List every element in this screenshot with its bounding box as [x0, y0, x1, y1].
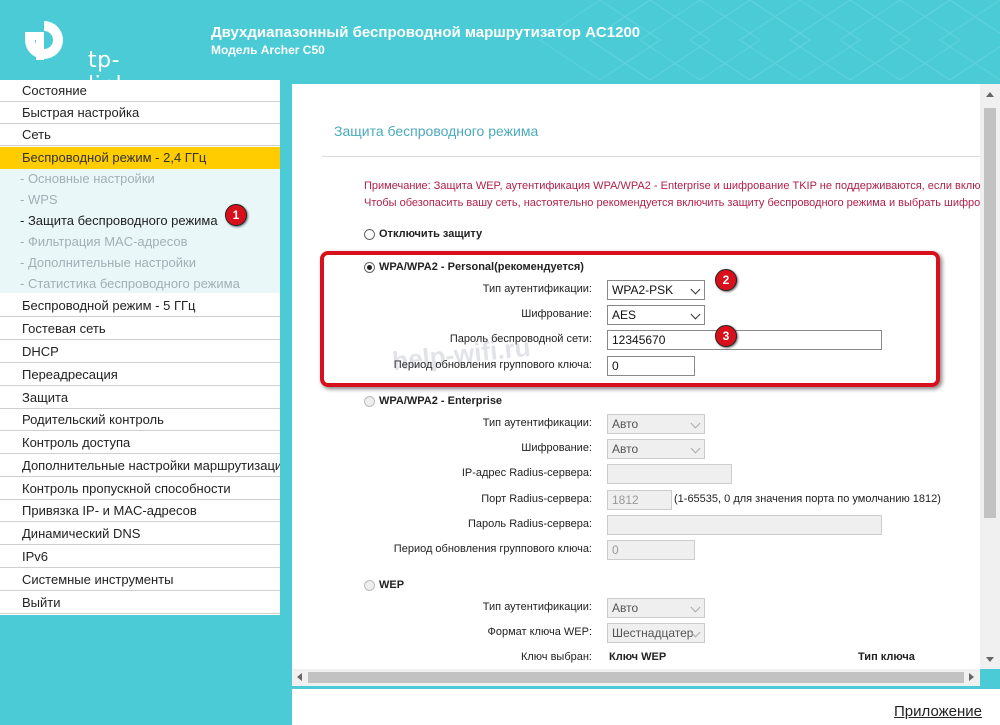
- chevron-down-icon: [690, 602, 701, 613]
- enterprise-auth-label: Тип аутентификации:: [482, 417, 592, 429]
- sidebar-item-quick-setup[interactable]: Быстрая настройка: [0, 102, 280, 124]
- radius-port-label: Порт Radius-сервера:: [481, 493, 592, 505]
- radius-ip-input[interactable]: [607, 464, 732, 484]
- radius-pass-label: Пароль Radius-сервера:: [468, 518, 592, 530]
- wep-format-label: Формат ключа WEP:: [487, 626, 592, 638]
- scroll-down-icon[interactable]: [986, 657, 994, 662]
- sidebar-item-bandwidth[interactable]: Контроль пропускной способности: [0, 478, 280, 500]
- wep-label: WEP: [379, 579, 405, 591]
- wep-key-type-column-header: Тип ключа: [858, 651, 915, 663]
- sidebar-item-wireless-5[interactable]: Беспроводной режим - 5 ГГц: [0, 295, 280, 317]
- enterprise-auth-select[interactable]: Авто: [607, 414, 705, 434]
- vertical-scrollbar[interactable]: [980, 84, 1000, 669]
- router-title: Двухдиапазонный беспроводной маршрутизат…: [211, 24, 641, 41]
- sidebar-item-guest[interactable]: Гостевая сеть: [0, 318, 280, 340]
- annotation-badge-1: 1: [225, 204, 247, 226]
- sidebar-item-ip-mac-binding[interactable]: Привязка IP- и MAC-адресов: [0, 500, 280, 522]
- sidebar-item-forwarding[interactable]: Переадресация: [0, 364, 280, 386]
- sidebar-item-parental[interactable]: Родительский контроль: [0, 409, 280, 431]
- sidebar-item-status[interactable]: Состояние: [0, 80, 280, 102]
- router-model: Модель Archer C50: [211, 43, 325, 57]
- sidebar-item-dhcp[interactable]: DHCP: [0, 341, 280, 363]
- sidebar-subitem-advanced[interactable]: - Дополнительные настройки: [20, 255, 196, 270]
- scroll-right-icon[interactable]: [969, 673, 974, 681]
- sidebar-subitem-security[interactable]: - Защита беспроводного режима: [20, 213, 218, 228]
- annotation-badge-2: 2: [715, 269, 737, 291]
- app-link[interactable]: Приложение: [894, 703, 982, 720]
- horizontal-scroll-thumb[interactable]: [308, 672, 964, 683]
- footer: Приложение: [292, 689, 1000, 725]
- wireless-submenu: - Основные настройки - WPS - Защита бесп…: [0, 169, 280, 293]
- wep-option[interactable]: WEP: [364, 579, 404, 591]
- tp-link-logo: tp-link: [22, 18, 152, 80]
- sidebar-subitem-basic[interactable]: - Основные настройки: [20, 171, 155, 186]
- note-line-2: Чтобы обезопасить вашу сеть, настоятельн…: [364, 197, 993, 209]
- sidebar-item-security[interactable]: Защита: [0, 387, 280, 409]
- sidebar-item-wireless-24[interactable]: Беспроводной режим - 2,4 ГГц: [0, 147, 280, 169]
- sidebar-item-logout[interactable]: Выйти: [0, 592, 280, 614]
- main-panel: Защита беспроводного режима Примечание: …: [292, 84, 1000, 669]
- wep-auth-value: Авто: [612, 601, 639, 615]
- sidebar-item-routing[interactable]: Дополнительные настройки маршрутизации: [0, 455, 280, 477]
- disable-security-radio[interactable]: [364, 228, 375, 240]
- enterprise-period-label: Период обновления группового ключа:: [393, 543, 592, 555]
- wep-radio[interactable]: [364, 579, 375, 591]
- scroll-up-icon[interactable]: [986, 92, 994, 97]
- sidebar-item-ipv6[interactable]: IPv6: [0, 546, 280, 568]
- horizontal-scrollbar[interactable]: [292, 669, 980, 686]
- wpa-enterprise-label: WPA/WPA2 - Enterprise: [379, 395, 503, 407]
- tp-link-logo-icon: [25, 21, 63, 60]
- vertical-scroll-thumb[interactable]: [984, 108, 996, 518]
- wep-auth-label: Тип аутентификации:: [482, 601, 592, 613]
- enterprise-enc-select[interactable]: Авто: [607, 439, 705, 459]
- chevron-down-icon: [690, 443, 701, 454]
- wpa-enterprise-option[interactable]: WPA/WPA2 - Enterprise: [364, 395, 502, 407]
- sidebar-subitem-statistics[interactable]: - Статистика беспроводного режима: [20, 276, 240, 291]
- logo-text: tp-link: [88, 48, 128, 80]
- radius-pass-input[interactable]: [607, 515, 882, 535]
- radius-ip-label: IP-адрес Radius-сервера:: [461, 467, 592, 479]
- sidebar: Состояние Быстрая настройка Сеть Беспров…: [0, 80, 280, 615]
- sidebar-subitem-wps[interactable]: - WPS: [20, 192, 58, 207]
- scroll-left-icon[interactable]: [297, 673, 302, 681]
- wep-format-select[interactable]: Шестнадцатер: [607, 623, 705, 643]
- enterprise-enc-label: Шифрование:: [521, 442, 592, 454]
- wep-format-value: Шестнадцатер: [612, 626, 694, 640]
- sidebar-item-ddns[interactable]: Динамический DNS: [0, 523, 280, 545]
- enterprise-auth-value: Авто: [612, 417, 639, 431]
- enterprise-enc-value: Авто: [612, 442, 639, 456]
- chevron-down-icon: [690, 418, 701, 429]
- sidebar-item-network[interactable]: Сеть: [0, 124, 280, 146]
- note-line-1: Примечание: Защита WEP, аутентификация W…: [364, 180, 993, 192]
- title-divider: [322, 156, 982, 157]
- sidebar-item-access-control[interactable]: Контроль доступа: [0, 432, 280, 454]
- wep-key-column-header: Ключ WEP: [609, 651, 667, 663]
- radius-port-input[interactable]: 1812: [607, 490, 672, 510]
- radius-port-hint: (1-65535, 0 для значения порта по умолча…: [674, 493, 941, 505]
- enterprise-period-input[interactable]: 0: [607, 540, 695, 560]
- page-title: Защита беспроводного режима: [334, 123, 539, 139]
- disable-security-label: Отключить защиту: [379, 228, 483, 240]
- wpa-enterprise-radio[interactable]: [364, 395, 375, 407]
- wep-key-selected-label: Ключ выбран:: [520, 651, 592, 663]
- wep-auth-select[interactable]: Авто: [607, 598, 705, 618]
- header: tp-link Двухдиапазонный беспроводной мар…: [0, 0, 1000, 80]
- disable-security-option[interactable]: Отключить защиту: [364, 228, 482, 240]
- sidebar-item-system-tools[interactable]: Системные инструменты: [0, 569, 280, 591]
- sidebar-subitem-mac-filter[interactable]: - Фильтрация MAC-адресов: [20, 234, 187, 249]
- annotation-badge-3: 3: [715, 325, 737, 347]
